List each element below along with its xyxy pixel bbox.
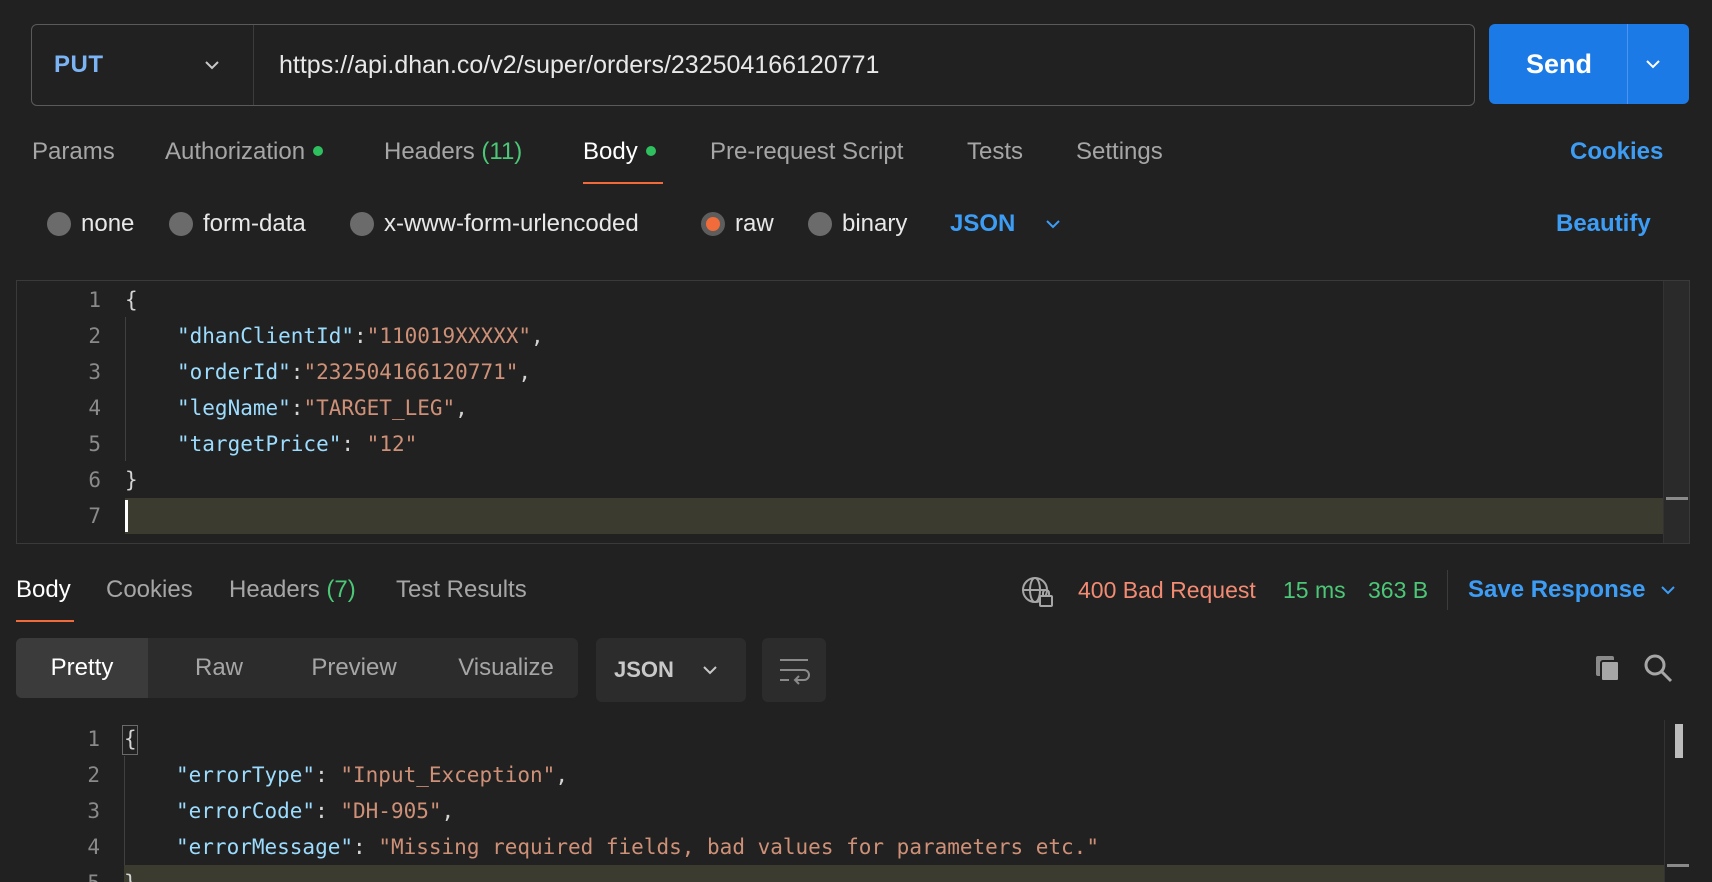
radio-raw[interactable]: raw bbox=[701, 204, 774, 244]
response-tab-headers[interactable]: Headers (7) bbox=[229, 570, 356, 610]
headers-count: (7) bbox=[326, 576, 356, 603]
tab-pre-request-script[interactable]: Pre-request Script bbox=[710, 132, 903, 172]
response-time: 15 ms bbox=[1283, 577, 1346, 603]
code-line: 6} bbox=[88, 468, 138, 492]
chevron-down-icon[interactable] bbox=[1643, 54, 1663, 74]
active-tab-indicator bbox=[583, 182, 663, 184]
code-line: 3 "orderId":"232504166120771", bbox=[88, 360, 532, 384]
scroll-marker bbox=[1667, 864, 1689, 867]
send-divider bbox=[1627, 24, 1628, 104]
code-line: 3 "errorCode": "DH-905", bbox=[87, 799, 455, 823]
scroll-thumb[interactable] bbox=[1675, 724, 1683, 758]
search-icon[interactable] bbox=[1642, 652, 1674, 684]
radio-x-www-form-urlencoded[interactable]: x-www-form-urlencoded bbox=[350, 204, 639, 244]
headers-count: (11) bbox=[481, 138, 523, 165]
code-line: 1{ bbox=[88, 288, 138, 312]
url-input[interactable]: https://api.dhan.co/v2/super/orders/2325… bbox=[279, 25, 879, 105]
save-response-button[interactable]: Save Response bbox=[1468, 570, 1645, 610]
tab-headers[interactable]: Headers (11) bbox=[384, 132, 522, 172]
code-line: 2 "dhanClientId":"110019XXXXX", bbox=[88, 324, 544, 348]
response-size: 363 B bbox=[1368, 577, 1429, 603]
code-line: 7 bbox=[88, 504, 101, 528]
radio-form-data[interactable]: form-data bbox=[169, 204, 306, 244]
method-select[interactable]: PUT bbox=[32, 25, 254, 105]
tab-authorization[interactable]: Authorization bbox=[165, 132, 324, 172]
active-tab-indicator bbox=[16, 620, 74, 622]
status-dot bbox=[313, 145, 324, 156]
view-mode-preview[interactable]: Preview bbox=[284, 638, 424, 698]
radio-icon bbox=[169, 212, 193, 236]
tab-tests[interactable]: Tests bbox=[967, 132, 1023, 172]
response-tab-body[interactable]: Body bbox=[16, 570, 71, 610]
copy-icon[interactable] bbox=[1592, 652, 1624, 684]
chevron-down-icon bbox=[703, 666, 717, 675]
raw-format-select[interactable]: JSON bbox=[950, 204, 1015, 244]
request-body-editor[interactable]: 1{ 2 "dhanClientId":"110019XXXXX", 3 "orde… bbox=[16, 280, 1690, 544]
chevron-down-icon bbox=[205, 61, 219, 70]
response-format-select[interactable]: JSON bbox=[596, 638, 746, 702]
tab-settings[interactable]: Settings bbox=[1076, 132, 1163, 172]
url-bar: PUT https://api.dhan.co/v2/super/orders/… bbox=[31, 24, 1475, 106]
code-line: 4 "errorMessage": "Missing required field… bbox=[87, 835, 1099, 859]
radio-icon bbox=[350, 212, 374, 236]
editor-scrollbar[interactable] bbox=[1663, 281, 1689, 543]
method-label: PUT bbox=[54, 51, 104, 78]
tab-body[interactable]: Body bbox=[583, 132, 656, 172]
code-line: 5} bbox=[16, 865, 1690, 882]
wrap-lines-icon bbox=[780, 659, 810, 685]
response-scrollbar[interactable] bbox=[1664, 720, 1690, 882]
divider bbox=[1447, 570, 1448, 610]
globe-lock-icon[interactable] bbox=[1020, 574, 1054, 608]
view-mode-pretty[interactable]: Pretty bbox=[16, 638, 148, 698]
send-label: Send bbox=[1525, 49, 1592, 79]
radio-selected-icon bbox=[701, 212, 725, 236]
response-tab-test-results[interactable]: Test Results bbox=[396, 570, 527, 610]
tab-params[interactable]: Params bbox=[32, 132, 115, 172]
response-tab-cookies[interactable]: Cookies bbox=[106, 570, 193, 610]
format-label: JSON bbox=[614, 657, 674, 682]
radio-icon bbox=[47, 212, 71, 236]
wrap-lines-button[interactable] bbox=[762, 638, 826, 702]
scroll-thumb[interactable] bbox=[1666, 497, 1688, 500]
status-dot bbox=[645, 145, 656, 156]
view-mode-raw[interactable]: Raw bbox=[164, 638, 274, 698]
status-code: 400 Bad Request bbox=[1078, 577, 1256, 603]
radio-none[interactable]: none bbox=[47, 204, 134, 244]
radio-binary[interactable]: binary bbox=[808, 204, 907, 244]
response-body-viewer[interactable]: 1{ 2 "errorType": "Input_Exception", 3 "er… bbox=[16, 720, 1690, 882]
code-line: 4 "legName":"TARGET_LEG", bbox=[88, 396, 468, 420]
radio-icon bbox=[808, 212, 832, 236]
view-mode-visualize[interactable]: Visualize bbox=[436, 638, 576, 698]
beautify-button[interactable]: Beautify bbox=[1556, 204, 1651, 244]
send-button[interactable]: Send bbox=[1489, 24, 1689, 104]
view-mode-selector: Pretty Raw Preview Visualize bbox=[16, 638, 578, 698]
chevron-down-icon[interactable] bbox=[1658, 580, 1678, 600]
code-line: 2 "errorType": "Input_Exception", bbox=[87, 763, 568, 787]
code-line: 5 "targetPrice": "12" bbox=[88, 432, 418, 456]
chevron-down-icon[interactable] bbox=[1043, 214, 1063, 234]
cookies-link[interactable]: Cookies bbox=[1570, 132, 1663, 172]
code-line: 1{ bbox=[87, 727, 137, 751]
